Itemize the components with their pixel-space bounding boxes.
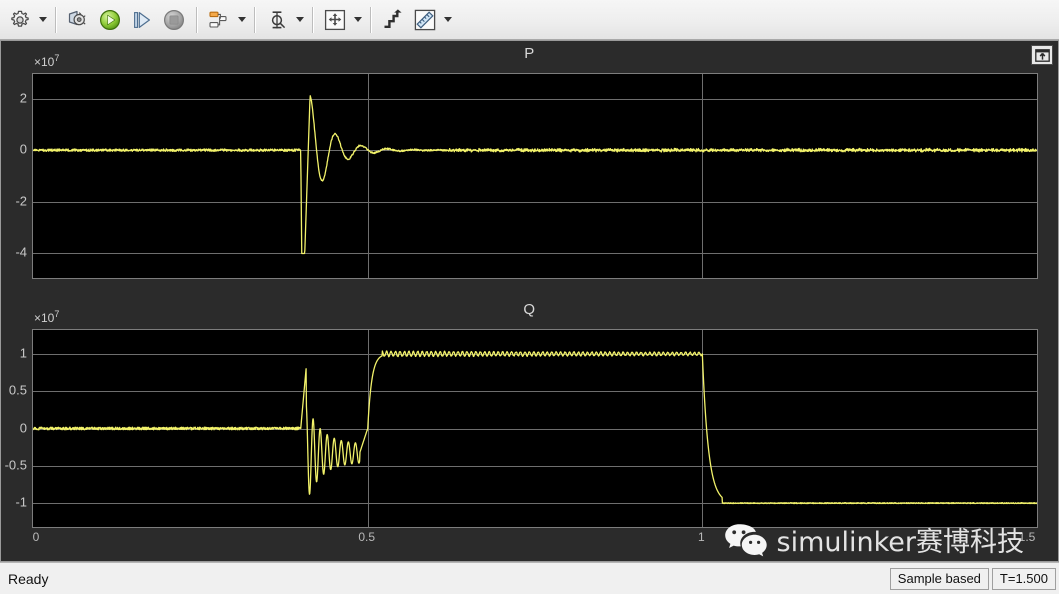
y-axis-tick-label: -4	[15, 244, 27, 260]
chevron-down-icon	[237, 17, 246, 22]
plot-p-title: P	[524, 45, 535, 62]
plot-q: Q ×107 1 0.5 0 -0.5 -1 0 0.5 1 1.5	[1, 297, 1058, 561]
plot-q-y-multiplier: ×107	[34, 309, 59, 325]
stop-icon-svg	[164, 9, 184, 30]
config-dropdown-caret[interactable]	[36, 5, 49, 35]
toolbar-separator-1	[55, 6, 56, 33]
stop-icon[interactable]	[158, 4, 190, 36]
run-play-icon[interactable]	[94, 4, 126, 36]
cursor-measurements-icon[interactable]	[261, 4, 293, 36]
toolbar-group-config	[4, 0, 49, 39]
chevron-down-icon	[353, 17, 362, 22]
signal-selector-icon[interactable]	[203, 4, 235, 36]
y-axis-tick-label: 1	[19, 345, 27, 361]
plot-p: P ×107 2 0 -2 -4	[1, 41, 1058, 296]
signal-trace	[33, 350, 1037, 505]
y-axis-tick-label: -2	[15, 193, 27, 209]
step-forward-icon[interactable]	[126, 4, 158, 36]
signal-selector-icon-svg	[209, 11, 227, 28]
plot-q-y-multiplier-base: ×10	[34, 311, 55, 325]
plot-q-y-multiplier-exp: 7	[54, 309, 60, 319]
autoscale-icon-svg	[384, 8, 402, 28]
measurements-icon-svg	[414, 9, 436, 30]
plot-stack: P ×107 2 0 -2 -4 Q ×107 1 0.5 0 -0.5 -1 0 0.5 1 1.5	[1, 41, 1058, 561]
cursor-dropdown-caret[interactable]	[293, 5, 306, 35]
pan-icon-svg	[324, 9, 346, 30]
plot-p-y-multiplier-exp: 7	[54, 53, 60, 63]
autoscale-icon[interactable]	[377, 4, 409, 36]
x-axis-tick-label: 0	[32, 530, 40, 544]
plot-p-y-multiplier-base: ×10	[34, 55, 55, 69]
play-icon-svg	[100, 9, 120, 30]
toolbar-separator-4	[312, 6, 313, 33]
y-axis-tick-label: 0	[19, 141, 27, 157]
scope-toolbar	[0, 0, 1059, 40]
step-forward-icon-svg	[134, 11, 150, 28]
chevron-down-icon	[295, 17, 304, 22]
status-frame-mode[interactable]: Sample based	[889, 567, 989, 590]
pan-icon[interactable]	[319, 4, 351, 36]
status-time[interactable]: T=1.500	[991, 567, 1056, 590]
x-axis-tick-label: 1	[697, 530, 705, 544]
toolbar-group-simulation	[62, 0, 190, 39]
undock-float-icon-svg	[1034, 48, 1050, 62]
signal-selector-dropdown-caret[interactable]	[235, 5, 248, 35]
status-bar: Ready Sample based T=1.500	[0, 562, 1059, 594]
scope-window: P ×107 2 0 -2 -4 Q ×107 1 0.5 0 -0.5 -1 0 0.5 1 1.5	[0, 0, 1059, 594]
back-to-model-icon-svg	[68, 10, 86, 25]
undock-float-icon[interactable]	[1031, 45, 1053, 65]
toolbar-group-layout	[203, 0, 248, 39]
pan-dropdown-caret[interactable]	[351, 5, 364, 35]
gear-icon[interactable]	[4, 4, 36, 36]
measurements-icon[interactable]	[409, 4, 441, 36]
plot-q-axes[interactable]	[32, 329, 1038, 528]
plot-q-title: Q	[523, 301, 536, 318]
x-axis-tick-label: 1.5	[1018, 530, 1036, 544]
toolbar-separator-3	[254, 6, 255, 33]
y-axis-tick-label: 0.5	[8, 382, 27, 398]
chevron-down-icon	[443, 17, 452, 22]
plot-p-axes[interactable]	[32, 73, 1038, 279]
toolbar-separator-2	[196, 6, 197, 33]
y-axis-tick-label: 0	[19, 420, 27, 435]
plot-p-y-multiplier: ×107	[34, 53, 59, 69]
toolbar-group-cursor	[261, 0, 306, 39]
toolbar-group-zoom	[319, 0, 364, 39]
scope-display-area: P ×107 2 0 -2 -4 Q ×107 1 0.5 0 -0.5 -1 0 0.5 1 1.5	[0, 40, 1059, 562]
measurements-dropdown-caret[interactable]	[441, 5, 454, 35]
y-axis-tick-label: -1	[15, 494, 27, 510]
toolbar-group-scale	[377, 0, 454, 39]
y-axis-tick-label: -0.5	[4, 457, 27, 473]
chevron-down-icon	[38, 17, 47, 22]
status-message: Ready	[8, 570, 49, 587]
toolbar-separator-5	[370, 6, 371, 33]
gear-icon-svg	[11, 10, 29, 27]
cursor-measurements-icon-svg	[271, 10, 286, 28]
run-back-to-model-icon[interactable]	[62, 4, 94, 36]
y-axis-tick-label: 2	[19, 90, 27, 106]
x-axis-tick-label: 0.5	[358, 530, 375, 544]
signal-trace	[33, 95, 1037, 255]
